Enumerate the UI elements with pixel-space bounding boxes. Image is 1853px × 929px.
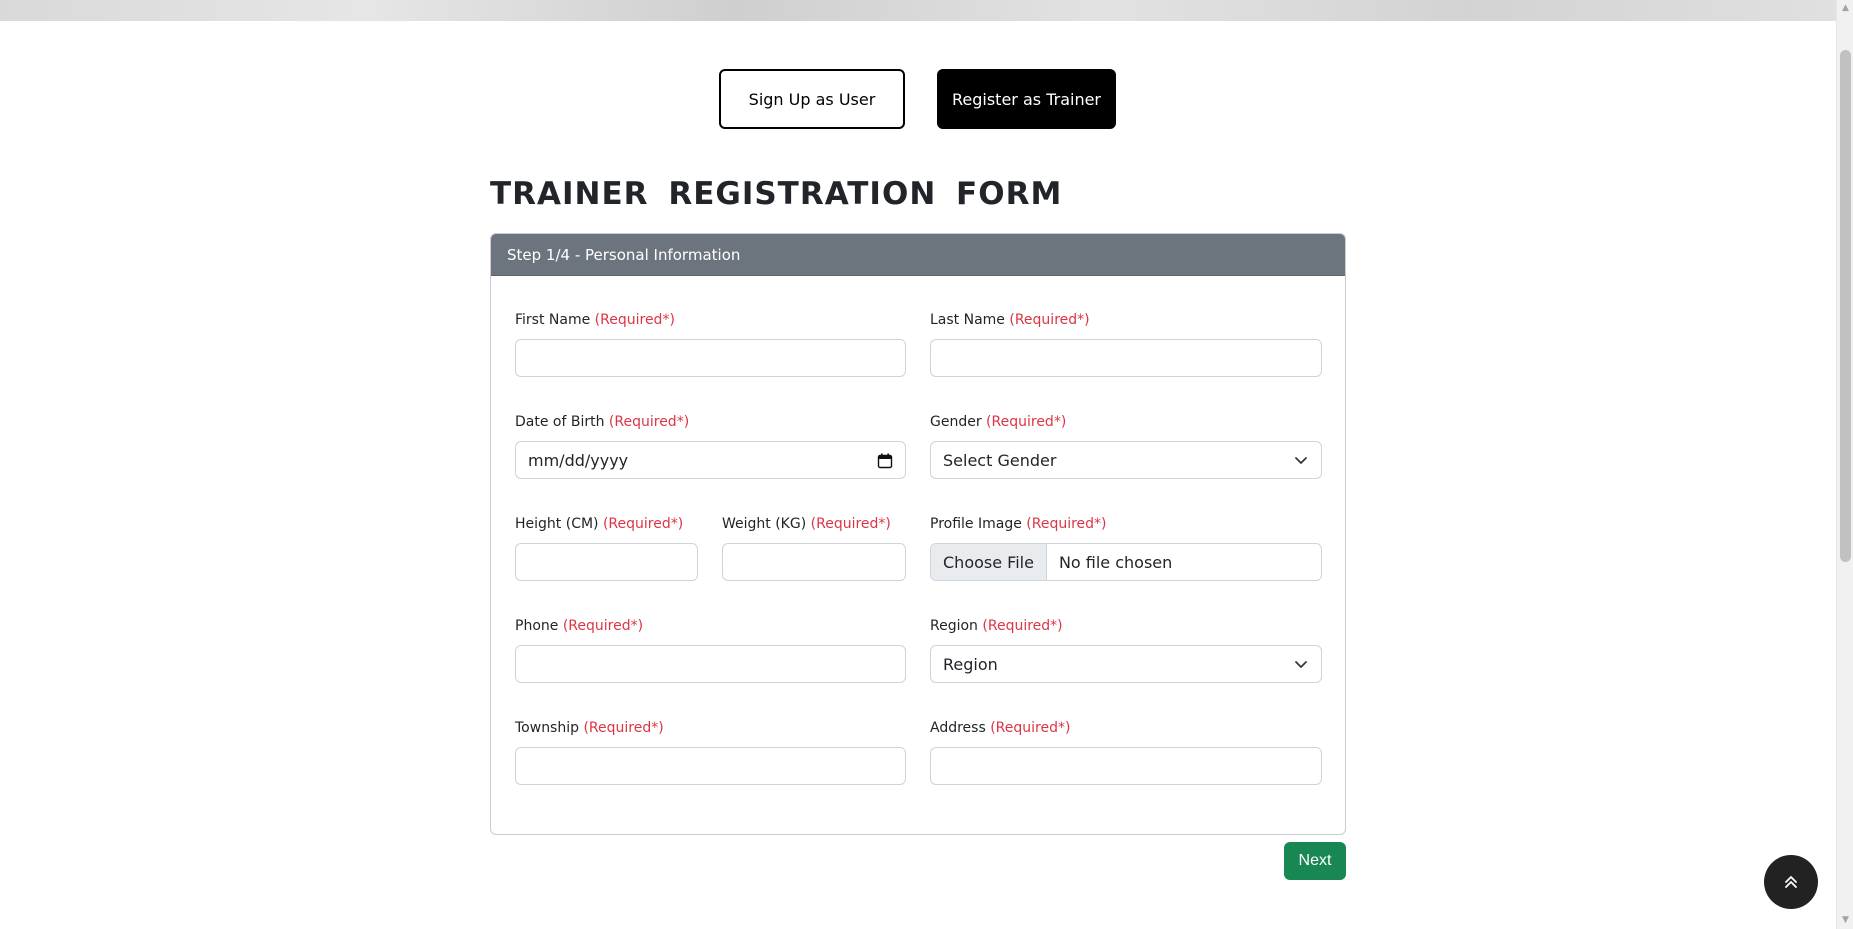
- step-header-text: Step 1/4 - Personal Information: [507, 245, 741, 264]
- calendar-icon[interactable]: [877, 453, 893, 469]
- double-chevron-up-icon: [1785, 876, 1797, 888]
- choose-file-button[interactable]: Choose File: [931, 544, 1047, 580]
- register-trainer-button[interactable]: Register as Trainer: [937, 69, 1116, 129]
- region-selected-value: Region: [943, 654, 998, 674]
- chevron-down-icon: [1295, 457, 1307, 464]
- registration-card: Step 1/4 - Personal Information First Na…: [490, 233, 1346, 835]
- profile-image-label: Profile Image (Required*): [930, 516, 1107, 532]
- gender-select[interactable]: Select Gender: [930, 441, 1322, 479]
- region-select[interactable]: Region: [930, 645, 1322, 683]
- required-marker: (Required*): [583, 720, 664, 736]
- chevron-down-icon: [1295, 661, 1307, 668]
- required-marker: (Required*): [1026, 516, 1107, 532]
- last-name-input[interactable]: [930, 339, 1322, 377]
- required-marker: (Required*): [608, 414, 690, 430]
- phone-input[interactable]: [515, 645, 906, 683]
- first-name-input[interactable]: [515, 339, 906, 377]
- page-scrollbar[interactable]: ▲ ▼: [1836, 0, 1853, 929]
- required-marker: (Required*): [990, 720, 1071, 736]
- township-input[interactable]: [515, 747, 906, 785]
- signup-toggle: Sign Up as User Register as Trainer: [719, 69, 1116, 129]
- hero-banner-strip: [0, 0, 1836, 21]
- page-title: TRAINER REGISTRATION FORM: [490, 176, 1063, 212]
- height-label: Height (CM) (Required*): [515, 516, 684, 532]
- township-label: Township (Required*): [515, 720, 664, 736]
- scroll-to-top-button[interactable]: [1764, 855, 1818, 909]
- sign-up-user-button[interactable]: Sign Up as User: [719, 69, 905, 129]
- weight-label: Weight (KG) (Required*): [722, 516, 891, 532]
- step-header: Step 1/4 - Personal Information: [491, 234, 1345, 276]
- dob-input[interactable]: mm/dd/yyyy: [515, 441, 906, 479]
- gender-selected-value: Select Gender: [943, 450, 1057, 470]
- last-name-label: Last Name (Required*): [930, 312, 1090, 328]
- dob-label: Date of Birth (Required*): [515, 414, 690, 430]
- scroll-down-arrow-icon[interactable]: ▼: [1837, 912, 1853, 929]
- address-label: Address (Required*): [930, 720, 1071, 736]
- required-marker: (Required*): [602, 516, 684, 532]
- profile-image-file-input[interactable]: Choose File No file chosen: [930, 543, 1322, 581]
- region-label: Region (Required*): [930, 618, 1063, 634]
- required-marker: (Required*): [594, 312, 675, 328]
- phone-label: Phone (Required*): [515, 618, 644, 634]
- gender-label: Gender (Required*): [930, 414, 1067, 430]
- required-marker: (Required*): [810, 516, 891, 532]
- required-marker: (Required*): [982, 618, 1063, 634]
- required-marker: (Required*): [1009, 312, 1090, 328]
- dob-placeholder: mm/dd/yyyy: [528, 450, 629, 470]
- required-marker: (Required*): [986, 414, 1067, 430]
- scrollbar-thumb[interactable]: [1840, 50, 1851, 562]
- file-status: No file chosen: [1058, 552, 1173, 572]
- scroll-up-arrow-icon[interactable]: ▲: [1837, 0, 1853, 17]
- next-button[interactable]: Next: [1284, 842, 1346, 880]
- height-input[interactable]: [515, 543, 698, 581]
- weight-input[interactable]: [722, 543, 906, 581]
- required-marker: (Required*): [562, 618, 644, 634]
- first-name-label: First Name (Required*): [515, 312, 675, 328]
- address-input[interactable]: [930, 747, 1322, 785]
